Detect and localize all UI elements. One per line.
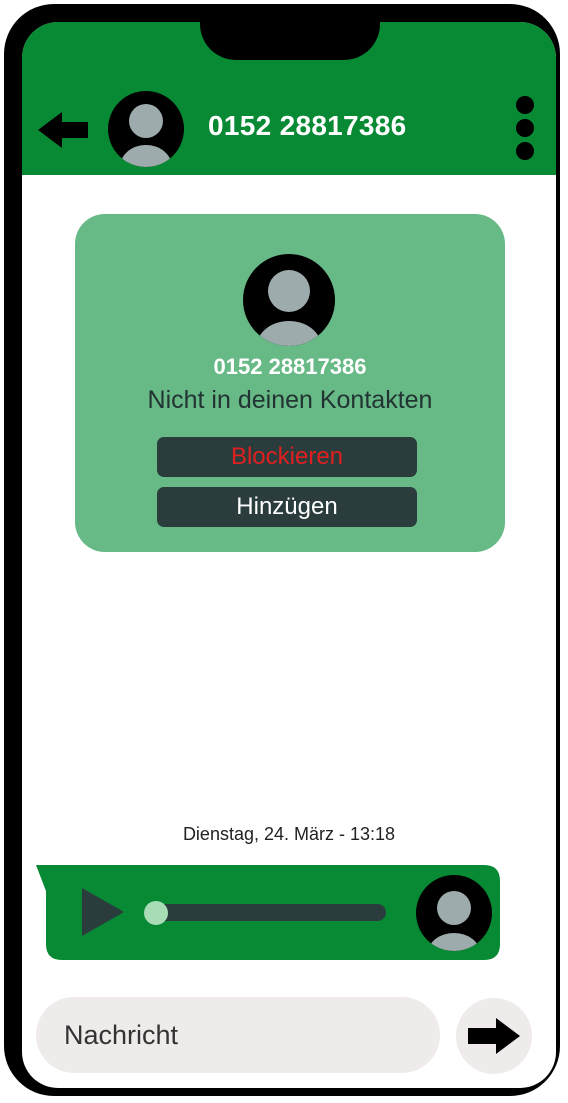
phone-notch	[200, 22, 380, 60]
user-avatar-icon	[243, 254, 335, 346]
play-icon	[82, 888, 124, 936]
audio-progress-knob[interactable]	[144, 901, 168, 925]
unknown-contact-card: 0152 28817386 Nicht in deinen Kontakten …	[75, 214, 505, 552]
message-timestamp: Dienstag, 24. März - 13:18	[182, 824, 396, 844]
block-button[interactable]: Blockieren	[157, 437, 417, 477]
chat-title: 0152 28817386	[208, 110, 407, 141]
card-subtitle: Nicht in deinen Kontakten	[147, 386, 433, 414]
send-button[interactable]	[456, 998, 532, 1074]
card-phone-number: 0152 28817386	[213, 354, 367, 379]
more-vertical-icon	[510, 96, 540, 160]
voice-sender-avatar	[416, 875, 492, 951]
phone-screen: 0152 28817386 0152 28817386 Nicht in dei…	[22, 22, 556, 1088]
user-avatar-icon	[108, 91, 184, 167]
play-button[interactable]	[82, 888, 124, 936]
user-avatar-icon	[416, 875, 492, 951]
arrow-left-icon	[38, 112, 88, 148]
message-input[interactable]	[36, 997, 440, 1073]
chat-header: 0152 28817386	[22, 22, 556, 175]
card-avatar	[243, 254, 335, 346]
audio-progress-track[interactable]	[144, 904, 386, 921]
more-options-button[interactable]	[510, 96, 540, 164]
back-button[interactable]	[38, 110, 90, 150]
arrow-right-icon	[468, 1018, 520, 1054]
contact-avatar[interactable]	[108, 91, 184, 167]
add-contact-button[interactable]: Hinzügen	[157, 487, 417, 527]
